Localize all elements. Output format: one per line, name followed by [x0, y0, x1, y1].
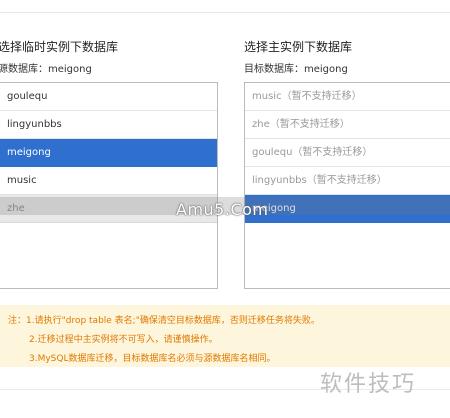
note-line-3: 3.MySQL数据库迁移，目标数据库名必须与源数据库名相同。	[29, 354, 276, 364]
target-item-zhe: zhe（暂不支持迁移）	[245, 111, 450, 139]
note-line-1: 注：1.请执行"drop table 表名;"确保清空目标数据库，否则迁移任务将…	[8, 316, 320, 326]
target-item-music: music（暂不支持迁移）	[245, 83, 450, 111]
source-item-goulequ[interactable]: goulequ	[0, 83, 217, 111]
corner-watermark: 软件技巧	[320, 372, 417, 397]
target-database-list[interactable]: music（暂不支持迁移） zhe（暂不支持迁移） goulequ（暂不支持迁移…	[244, 82, 450, 289]
target-panel-title: 选择主实例下数据库	[244, 40, 353, 54]
top-divider	[0, 12, 450, 13]
source-item-meigong[interactable]: meigong	[0, 139, 217, 167]
target-item-goulequ: goulequ（暂不支持迁移）	[245, 139, 450, 167]
watermark-text: Amu5.Com	[176, 200, 269, 219]
source-panel-title: 选择临时实例下数据库	[0, 40, 119, 54]
source-item-lingyunbbs[interactable]: lingyunbbs	[0, 111, 217, 139]
source-database-list[interactable]: goulequ lingyunbbs meigong music zhe	[0, 82, 218, 289]
source-item-music[interactable]: music	[0, 167, 217, 195]
migration-notes: 注：1.请执行"drop table 表名;"确保清空目标数据库，否则迁移任务将…	[0, 305, 450, 367]
target-item-lingyunbbs: lingyunbbs（暂不支持迁移）	[245, 167, 450, 195]
note-line-2: 2.迁移过程中主实例将不可写入，请谨慎操作。	[29, 335, 218, 345]
target-database-label: 目标数据库：meigong	[244, 64, 348, 75]
source-database-label: 源数据库：meigong	[0, 64, 92, 75]
